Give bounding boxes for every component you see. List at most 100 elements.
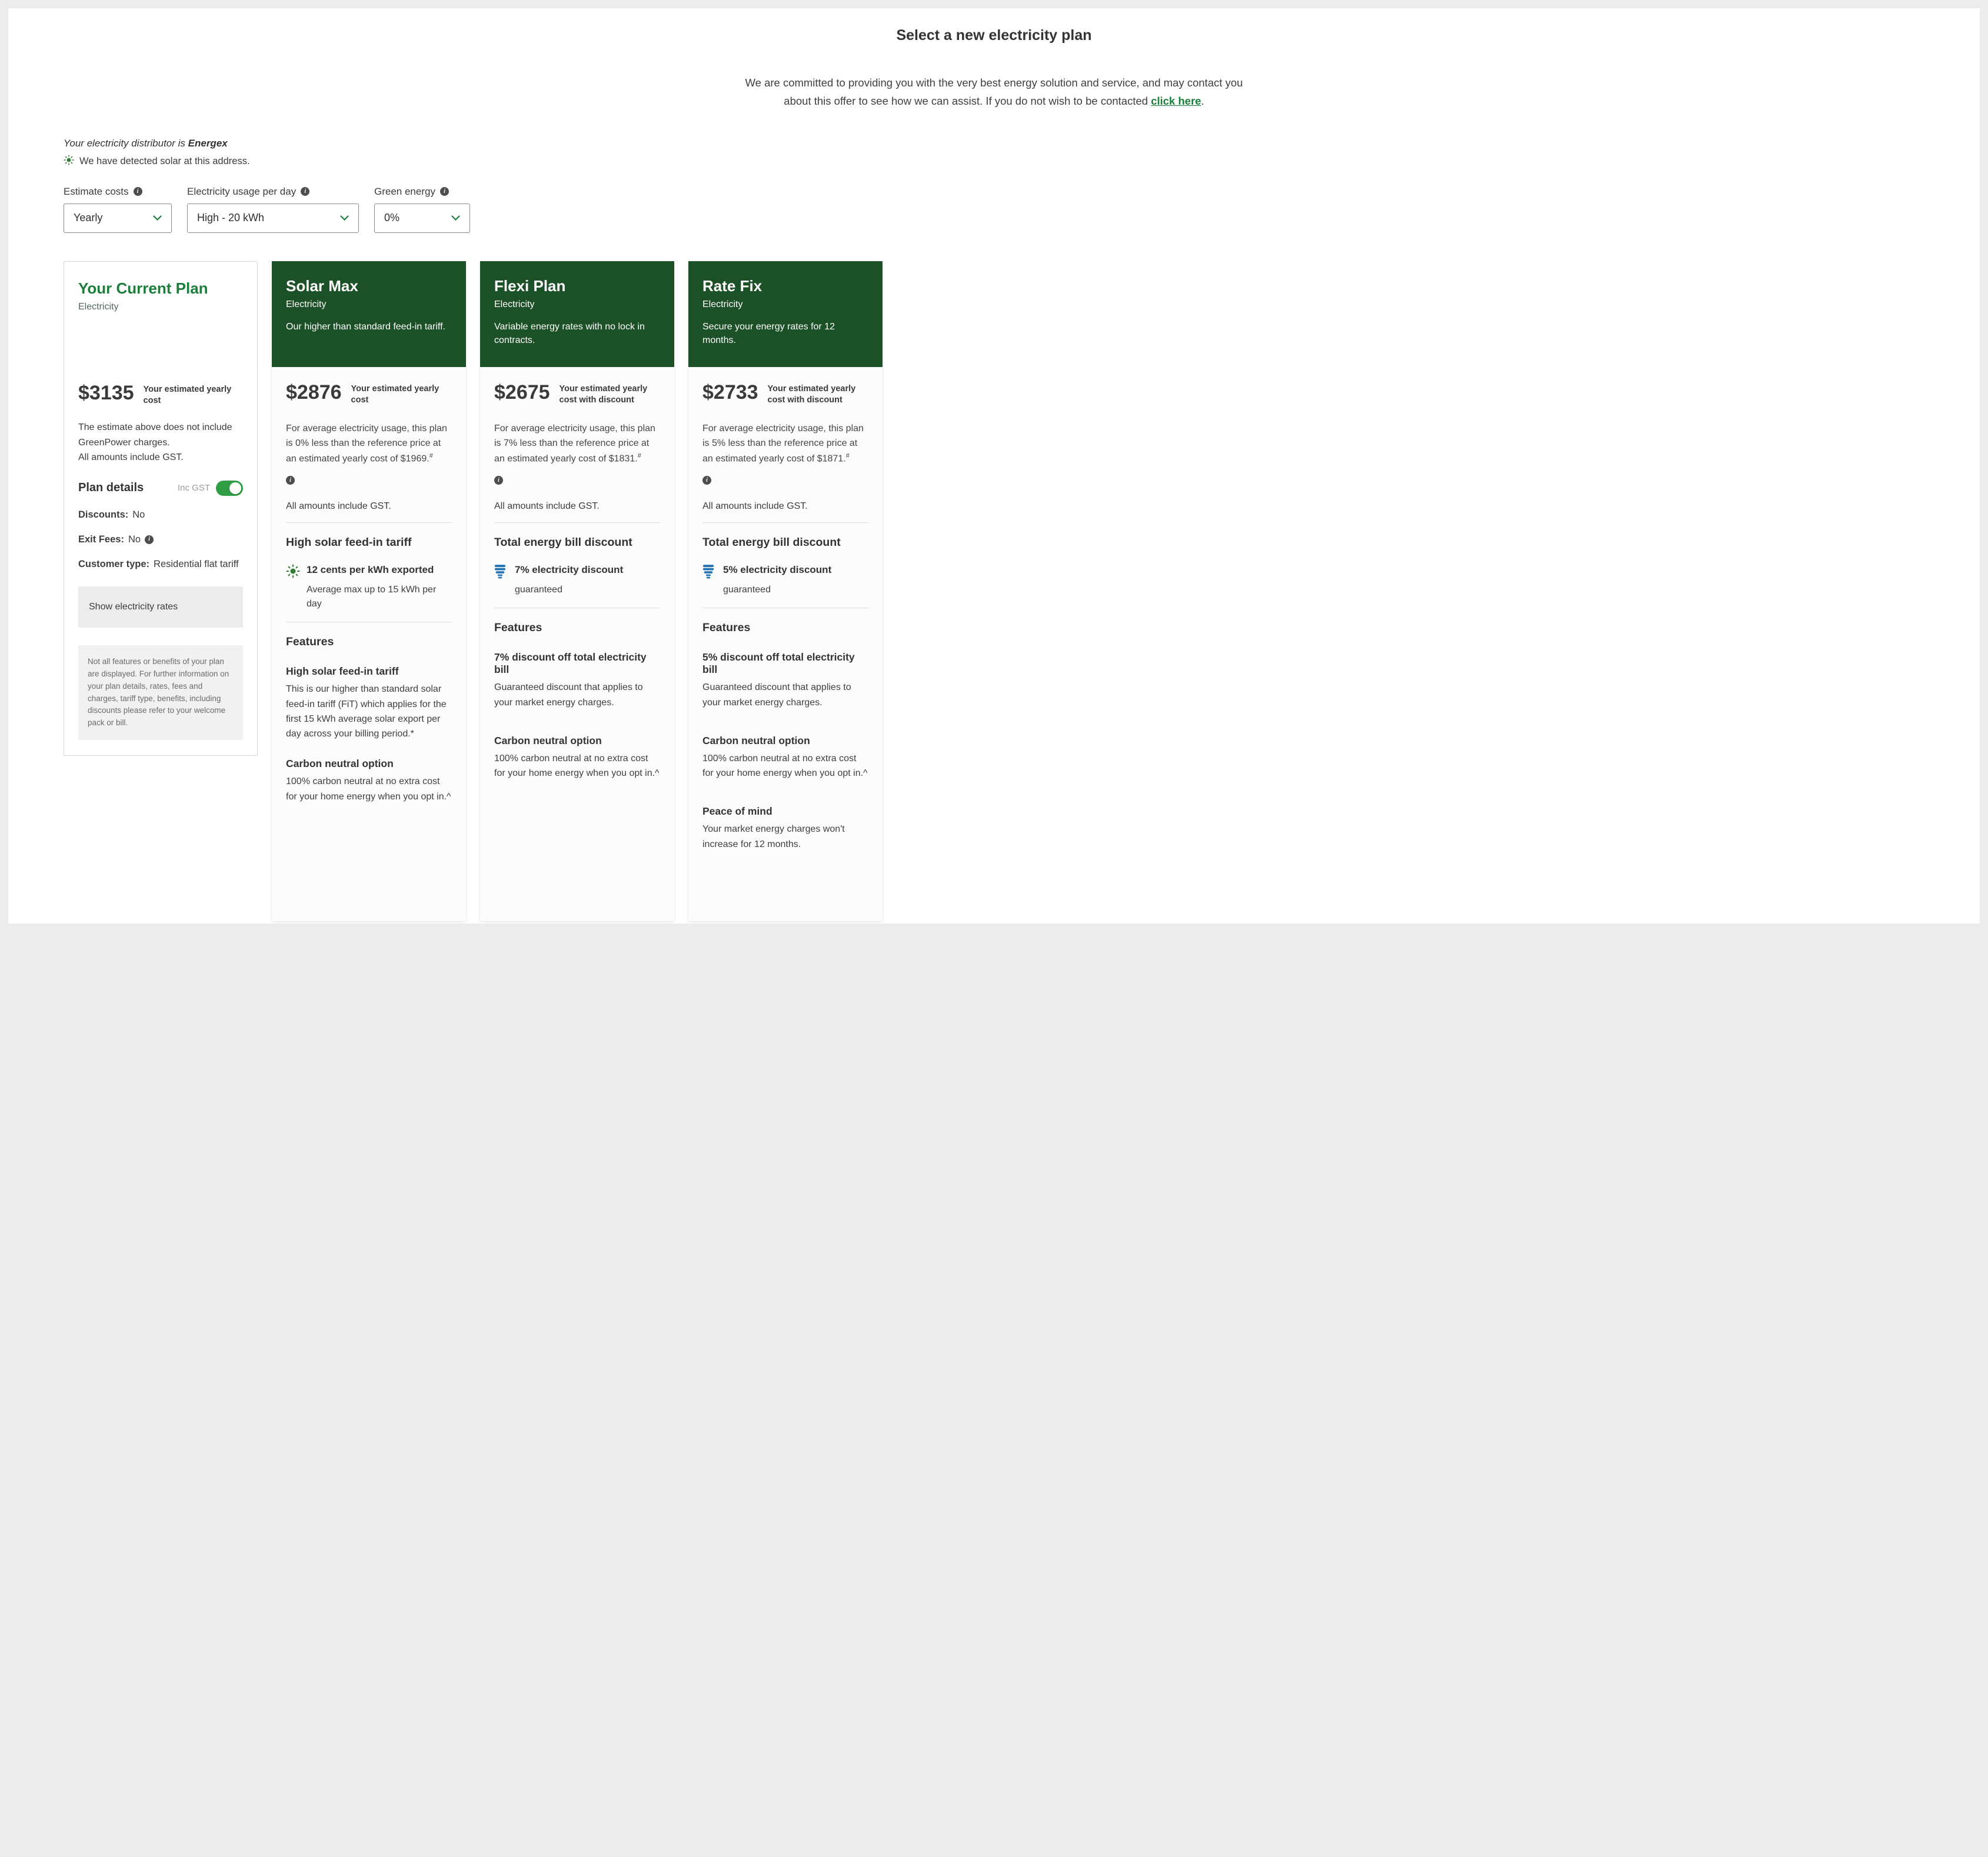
click-here-link[interactable]: click here bbox=[1151, 95, 1201, 107]
cfl-bulb-icon bbox=[494, 564, 508, 582]
distributor-line: Your electricity distributor is Energex bbox=[64, 138, 1980, 149]
distributor-name: Energex bbox=[188, 137, 228, 149]
solar-detected-line: We have detected solar at this address. bbox=[64, 155, 1980, 168]
toggle-knob bbox=[229, 482, 241, 494]
gst-note: All amounts include GST. bbox=[286, 501, 391, 512]
current-plan-card: Your Current Plan Electricity $3135 Your… bbox=[64, 261, 258, 756]
current-plan-disclaimer: Not all features or benefits of your pla… bbox=[78, 645, 243, 741]
current-plan-body: $3135 Your estimated yearly cost The est… bbox=[64, 368, 257, 755]
feature-title: Carbon neutral option bbox=[702, 734, 810, 746]
plan-card-flexi-plan: Flexi Plan Electricity Variable energy r… bbox=[480, 261, 674, 921]
highlight-title: 12 cents per kWh exported bbox=[307, 564, 434, 576]
reference-price-text: For average electricity usage, this plan… bbox=[702, 422, 868, 466]
feature-item: Carbon neutral option 100% carbon neutra… bbox=[494, 735, 660, 781]
divider bbox=[702, 522, 868, 524]
plan-tagline: Our higher than standard feed-in tariff. bbox=[286, 321, 445, 332]
plan-highlight: 5% electricity discount guaranteed bbox=[702, 564, 868, 597]
green-energy-select[interactable]: 0% bbox=[374, 203, 470, 233]
chevron-down-icon bbox=[451, 212, 460, 224]
gst-note: All amounts include GST. bbox=[702, 501, 808, 512]
show-electricity-rates-button[interactable]: Show electricity rates bbox=[78, 586, 243, 628]
highlight-heading: Total energy bill discount bbox=[702, 536, 841, 549]
feature-text: This is our higher than standard solar f… bbox=[286, 684, 447, 739]
feature-text: 100% carbon neutral at no extra cost for… bbox=[702, 753, 868, 779]
plan-price-row: $2733 Your estimated yearly cost with di… bbox=[702, 382, 868, 406]
reference-price-body: For average electricity usage, this plan… bbox=[702, 424, 864, 464]
page-title: Select a new electricity plan bbox=[896, 27, 1092, 44]
plan-price: $2733 bbox=[702, 381, 758, 404]
plan-type: Electricity bbox=[702, 299, 743, 309]
estimate-costs-select[interactable]: Yearly bbox=[64, 203, 172, 233]
exit-fees-value: No bbox=[128, 534, 141, 545]
reference-price-footnote: # bbox=[845, 452, 850, 459]
highlight-title: 5% electricity discount bbox=[723, 564, 832, 576]
divider bbox=[494, 522, 660, 524]
inc-gst-label: Inc GST bbox=[177, 483, 210, 494]
customer-type-row: Customer type: Residential flat tariff bbox=[78, 559, 243, 570]
reference-info-line: i bbox=[286, 474, 452, 485]
feature-text: Your market energy charges won't increas… bbox=[702, 824, 845, 849]
plan-details-row: Plan details Inc GST bbox=[78, 480, 243, 496]
plan-highlight: 7% electricity discount guaranteed bbox=[494, 564, 660, 597]
green-energy-label: Green energy i bbox=[374, 186, 470, 198]
intro-line2: about this offer to see how we can assis… bbox=[784, 95, 1151, 108]
feature-item: 7% discount off total electricity bill G… bbox=[494, 651, 660, 710]
highlight-content: 7% electricity discount guaranteed bbox=[515, 564, 623, 597]
highlight-subtitle: Average max up to 15 kWh per day bbox=[307, 585, 437, 609]
plan-tagline: Secure your energy rates for 12 months. bbox=[702, 321, 835, 346]
plan-name: Rate Fix bbox=[702, 276, 762, 295]
feature-text: 100% carbon neutral at no extra cost for… bbox=[286, 776, 451, 802]
plan-price: $2876 bbox=[286, 381, 342, 404]
current-plan-price-caption: Your estimated yearly cost bbox=[143, 384, 232, 406]
gst-note: All amounts include GST. bbox=[78, 452, 184, 463]
feature-title: 5% discount off total electricity bill bbox=[702, 651, 855, 676]
reference-price-footnote: # bbox=[429, 452, 433, 459]
plan-card-rate-fix: Rate Fix Electricity Secure your energy … bbox=[688, 261, 883, 921]
usage-select[interactable]: High - 20 kWh bbox=[187, 203, 359, 233]
exit-fees-label: Exit Fees: bbox=[78, 534, 124, 545]
inc-gst-toggle[interactable] bbox=[216, 480, 243, 496]
intro-period: . bbox=[1201, 95, 1204, 108]
plan-header: Solar Max Electricity Our higher than st… bbox=[272, 261, 466, 367]
info-icon[interactable]: i bbox=[133, 187, 142, 196]
discounts-row: Discounts: No bbox=[78, 509, 243, 521]
greenpower-note: The estimate above does not include Gree… bbox=[78, 422, 232, 448]
cfl-bulb-icon bbox=[702, 564, 717, 582]
current-plan-title: Your Current Plan bbox=[78, 279, 208, 297]
discounts-value: No bbox=[132, 509, 145, 520]
current-plan-header: Your Current Plan Electricity bbox=[64, 262, 257, 368]
plan-price-row: $2876 Your estimated yearly cost bbox=[286, 382, 452, 406]
customer-type-value: Residential flat tariff bbox=[154, 558, 239, 569]
plan-name: Flexi Plan bbox=[494, 276, 566, 295]
sun-icon bbox=[286, 564, 300, 581]
info-icon[interactable]: i bbox=[301, 187, 310, 196]
reference-price-text: For average electricity usage, this plan… bbox=[286, 422, 452, 466]
plan-card-solar-max: Solar Max Electricity Our higher than st… bbox=[272, 261, 466, 921]
chevron-down-icon bbox=[340, 212, 349, 224]
features-heading: Features bbox=[286, 635, 334, 649]
inc-gst-control: Inc GST bbox=[177, 480, 243, 496]
estimate-costs-label-text: Estimate costs bbox=[64, 185, 129, 197]
plan-name: Solar Max bbox=[286, 276, 358, 295]
plan-selection-page: Select a new electricity plan We are com… bbox=[8, 8, 1980, 924]
feature-text: Guaranteed discount that applies to your… bbox=[702, 682, 851, 708]
info-icon[interactable]: i bbox=[494, 476, 503, 485]
highlight-heading: Total energy bill discount bbox=[494, 536, 632, 549]
highlight-content: 5% electricity discount guaranteed bbox=[723, 564, 831, 597]
green-energy-value: 0% bbox=[384, 212, 400, 224]
usage-label: Electricity usage per day i bbox=[187, 186, 359, 198]
plan-type: Electricity bbox=[286, 299, 327, 309]
reference-price-body: For average electricity usage, this plan… bbox=[494, 424, 655, 464]
reference-info-line: i bbox=[494, 474, 660, 485]
filter-usage: Electricity usage per day i High - 20 kW… bbox=[187, 186, 359, 233]
info-icon[interactable]: i bbox=[145, 535, 154, 544]
solar-notice-text: We have detected solar at this address. bbox=[79, 155, 250, 166]
plan-type: Electricity bbox=[494, 299, 535, 309]
info-icon[interactable]: i bbox=[439, 187, 449, 196]
info-icon[interactable]: i bbox=[702, 476, 711, 485]
info-icon[interactable]: i bbox=[286, 476, 295, 485]
feature-text: Guaranteed discount that applies to your… bbox=[494, 682, 643, 708]
green-energy-label-text: Green energy bbox=[374, 185, 435, 197]
reference-price-text: For average electricity usage, this plan… bbox=[494, 422, 660, 466]
content-area: Your electricity distributor is Energex … bbox=[8, 138, 1980, 921]
